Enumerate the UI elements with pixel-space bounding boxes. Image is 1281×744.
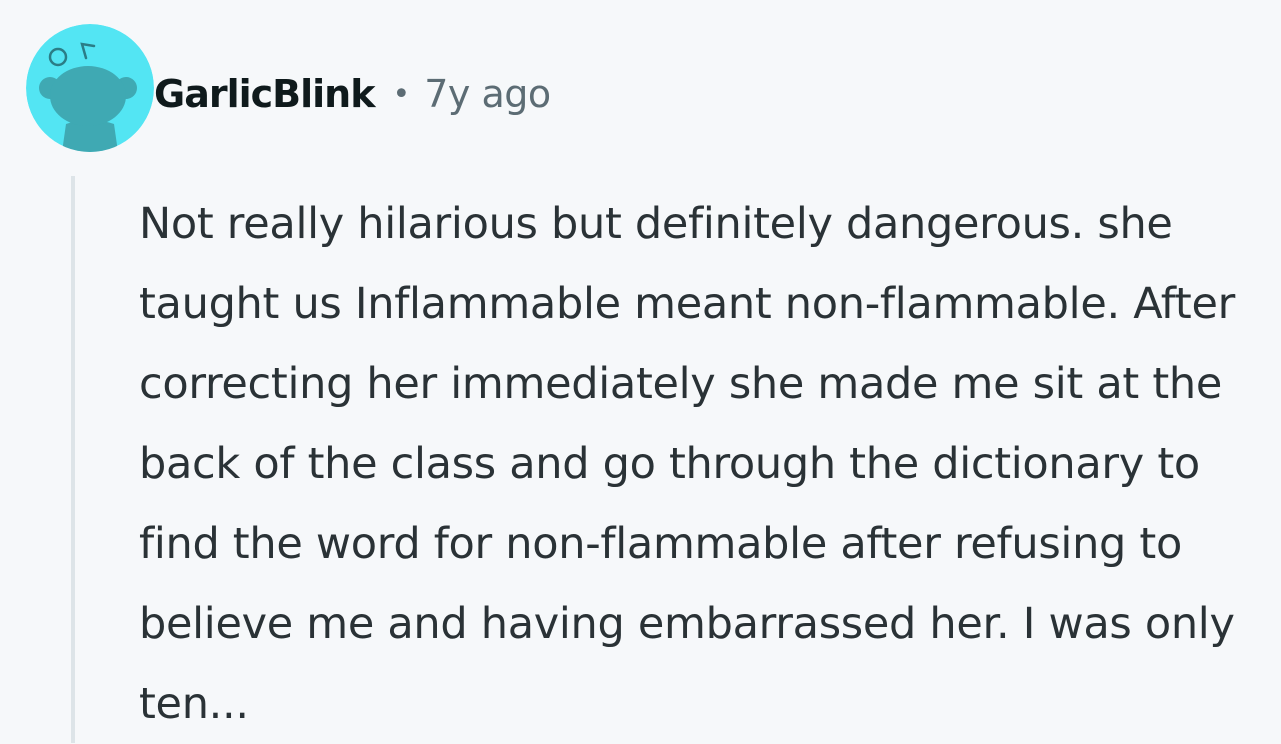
avatar[interactable] — [26, 24, 154, 152]
comment: GarlicBlink • 7y ago Not really hilariou… — [0, 0, 1281, 743]
timestamp[interactable]: 7y ago — [424, 72, 551, 116]
meta-separator: • — [392, 76, 411, 112]
author-link[interactable]: GarlicBlink — [154, 72, 375, 116]
comment-meta: GarlicBlink • 7y ago — [154, 66, 551, 122]
snoo-avatar-icon — [26, 24, 154, 152]
comment-body: Not really hilarious but definitely dang… — [139, 199, 1235, 729]
thread-line[interactable] — [71, 176, 75, 743]
